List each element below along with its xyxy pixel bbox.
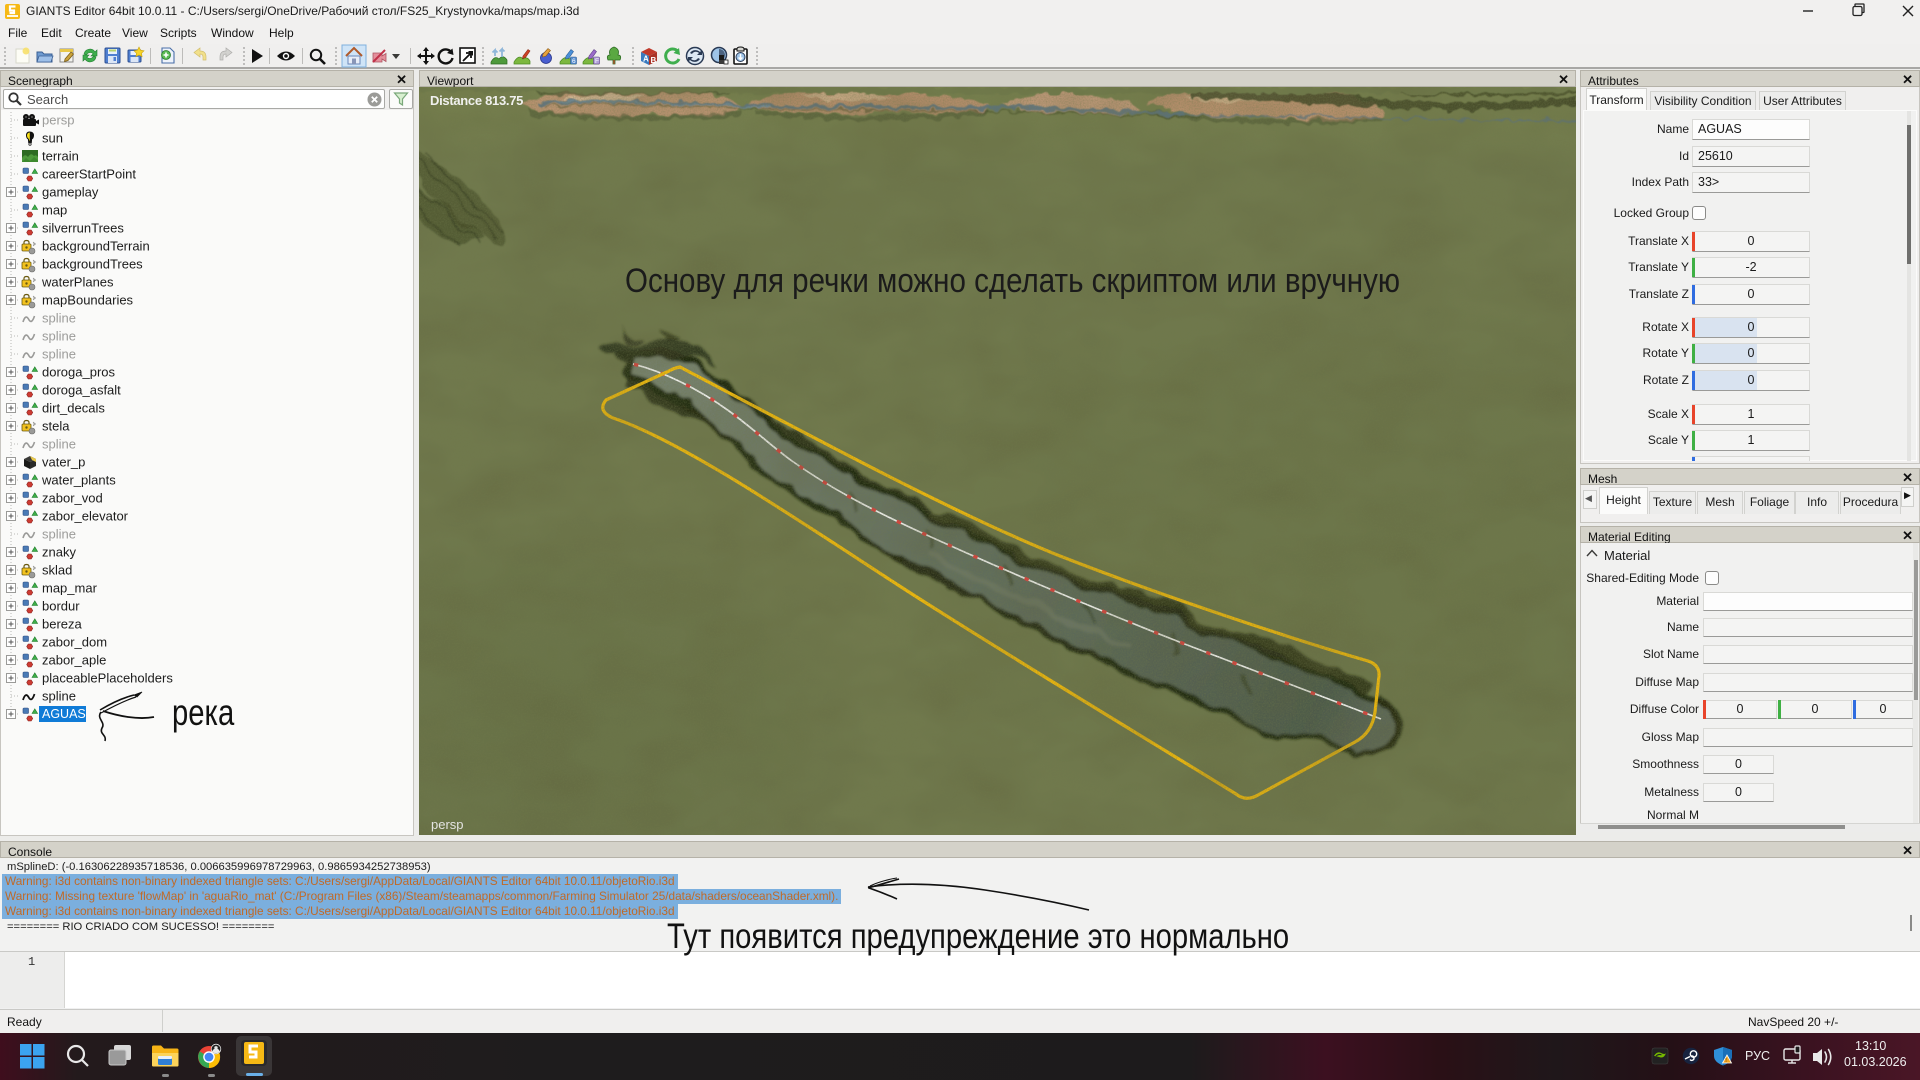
- svg-text:zabor_vod: zabor_vod: [42, 491, 103, 506]
- svg-text:vater_p: vater_p: [42, 455, 85, 470]
- svg-text:map_mar: map_mar: [42, 581, 98, 596]
- svg-text:znaky: znaky: [42, 545, 76, 560]
- svg-text:6: 6: [572, 58, 576, 65]
- svg-text:gameplay: gameplay: [42, 185, 99, 200]
- svg-text:spline: spline: [42, 311, 76, 326]
- svg-text:backgroundTrees: backgroundTrees: [42, 257, 143, 272]
- svg-text:placeablePlaceholders: placeablePlaceholders: [42, 671, 173, 686]
- svg-text:stela: stela: [42, 419, 70, 434]
- svg-text:sun: sun: [42, 131, 63, 146]
- svg-text:bereza: bereza: [42, 617, 83, 632]
- svg-text:backgroundTerrain: backgroundTerrain: [42, 239, 150, 254]
- svg-text:doroga_pros: doroga_pros: [42, 365, 115, 380]
- svg-text:A: A: [643, 55, 649, 64]
- svg-text:spline: spline: [42, 527, 76, 542]
- svg-text:waterPlanes: waterPlanes: [41, 275, 114, 290]
- svg-text:doroga_asfalt: doroga_asfalt: [42, 383, 121, 398]
- svg-text:mapBoundaries: mapBoundaries: [42, 293, 134, 308]
- svg-text:zabor_dom: zabor_dom: [42, 635, 107, 650]
- svg-text:water_plants: water_plants: [41, 473, 116, 488]
- svg-text:terrain: terrain: [42, 149, 79, 164]
- svg-text:dirt_decals: dirt_decals: [42, 401, 105, 416]
- svg-text:bordur: bordur: [42, 599, 80, 614]
- svg-text:spline: spline: [42, 347, 76, 362]
- svg-text:spline: spline: [42, 437, 76, 452]
- svg-text:persp: persp: [431, 817, 464, 832]
- svg-text:spline: spline: [42, 329, 76, 344]
- svg-text:careerStartPoint: careerStartPoint: [42, 167, 136, 182]
- svg-text:F: F: [595, 58, 599, 65]
- svg-text:B: B: [651, 56, 657, 65]
- svg-text:zabor_aple: zabor_aple: [42, 653, 106, 668]
- svg-text:Distance 813.75: Distance 813.75: [430, 93, 523, 108]
- svg-text:sklad: sklad: [42, 563, 72, 578]
- svg-text:zabor_elevator: zabor_elevator: [42, 509, 129, 524]
- svg-text:silverrunTrees: silverrunTrees: [42, 221, 124, 236]
- svg-text:persp: persp: [42, 113, 75, 128]
- svg-text:spline: spline: [42, 689, 76, 704]
- svg-text:AGUAS: AGUAS: [42, 707, 86, 721]
- svg-text:map: map: [42, 203, 67, 218]
